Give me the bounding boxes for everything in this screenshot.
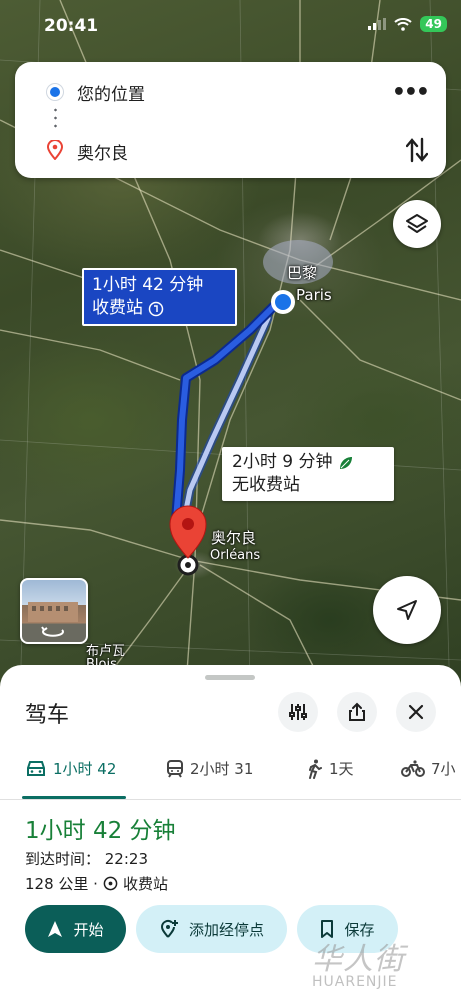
car-icon [27, 760, 45, 776]
more-options-icon[interactable]: ••• [392, 80, 430, 105]
wifi-icon [394, 17, 412, 31]
tab-drive[interactable]: 1小时 42 [25, 758, 116, 779]
directions-sheet: 驾车 1小时 42 2小时 31 1天 7小 1小时 42 分钟 到达时间： 2… [0, 665, 461, 1000]
train-icon [167, 759, 183, 778]
street-view-thumbnail[interactable] [20, 578, 88, 644]
layers-button[interactable] [393, 200, 441, 248]
my-location-button[interactable] [373, 576, 441, 644]
map-view[interactable]: 20:41 49 您的位置 奥尔良 ••• 巴黎 Paris 1小时 42 分钟… [0, 0, 461, 700]
destination-field[interactable]: 奥尔良 [77, 139, 128, 164]
share-icon [349, 702, 365, 721]
add-stop-label: 添加经停点 [188, 920, 264, 939]
swap-icon[interactable] [406, 137, 428, 163]
toll-icon [148, 301, 164, 316]
tab-transit-label: 2小时 31 [190, 760, 254, 778]
add-stop-button[interactable]: 添加经停点 [136, 905, 287, 953]
city-label-paris-en: Paris [296, 286, 332, 304]
status-icons: 49 [368, 16, 447, 32]
route-main-toll: 收费站 [92, 298, 143, 318]
route-alt-toll: 无收费站 [232, 475, 300, 495]
watermark: 华人街 HUARENJIE [312, 942, 404, 990]
origin-dot-icon [47, 84, 63, 100]
battery-indicator: 49 [420, 16, 447, 32]
add-location-icon [160, 919, 178, 938]
tab-drive-label: 1小时 42 [53, 760, 117, 778]
sheet-title: 驾车 [25, 703, 70, 728]
street-view-icon [28, 602, 78, 637]
city-label-paris: 巴黎 [287, 264, 318, 282]
eco-leaf-icon [340, 456, 353, 469]
route-options-button[interactable] [278, 692, 318, 732]
travel-mode-tabs: 1小时 42 2小时 31 1天 7小 [0, 750, 461, 800]
active-tab-indicator [22, 796, 126, 799]
share-button[interactable] [337, 692, 377, 732]
tab-transit[interactable]: 2小时 31 [166, 758, 253, 779]
watermark-logo: 华人街 [312, 942, 405, 977]
toll-icon [103, 876, 118, 891]
route-callout-alt[interactable]: 2小时 9 分钟 无收费站 [222, 447, 394, 501]
bike-icon [401, 759, 425, 777]
trip-distance: 128 公里 · 收费站 [25, 873, 168, 894]
route-alt-duration: 2小时 9 分钟 [232, 452, 333, 472]
drag-handle[interactable] [205, 675, 255, 680]
navigation-arrow-icon [397, 600, 417, 620]
distance-value: 128 公里 · [25, 875, 98, 893]
layers-icon [406, 214, 428, 233]
city-label-orleans: 奥尔良 [211, 529, 257, 547]
close-icon [408, 704, 424, 720]
arrival-time: 到达时间： 22:23 [25, 850, 148, 868]
city-label-orleans-en: Orléans [210, 548, 261, 563]
tab-walk[interactable]: 1天 [307, 758, 354, 779]
close-button[interactable] [396, 692, 436, 732]
directions-card: 您的位置 奥尔良 ••• [15, 62, 446, 178]
signal-icon [368, 18, 387, 30]
route-dots-icon [54, 106, 57, 132]
walk-icon [309, 759, 322, 779]
navigate-icon [48, 921, 63, 937]
destination-pin-icon [47, 140, 63, 160]
tab-bike-label: 7小 [431, 760, 456, 778]
tune-icon [289, 704, 307, 720]
trip-duration: 1小时 42 分钟 [25, 818, 176, 844]
origin-field[interactable]: 您的位置 [77, 80, 145, 105]
toll-label: 收费站 [122, 875, 168, 893]
route-main-duration: 1小时 42 分钟 [92, 275, 204, 295]
start-label: 开始 [73, 920, 104, 939]
status-time: 20:41 [44, 16, 99, 36]
tab-bike[interactable]: 7小 [401, 758, 456, 779]
route-callout-main[interactable]: 1小时 42 分钟 收费站 [82, 268, 237, 326]
tab-walk-label: 1天 [329, 760, 354, 778]
start-button[interactable]: 开始 [25, 905, 126, 953]
